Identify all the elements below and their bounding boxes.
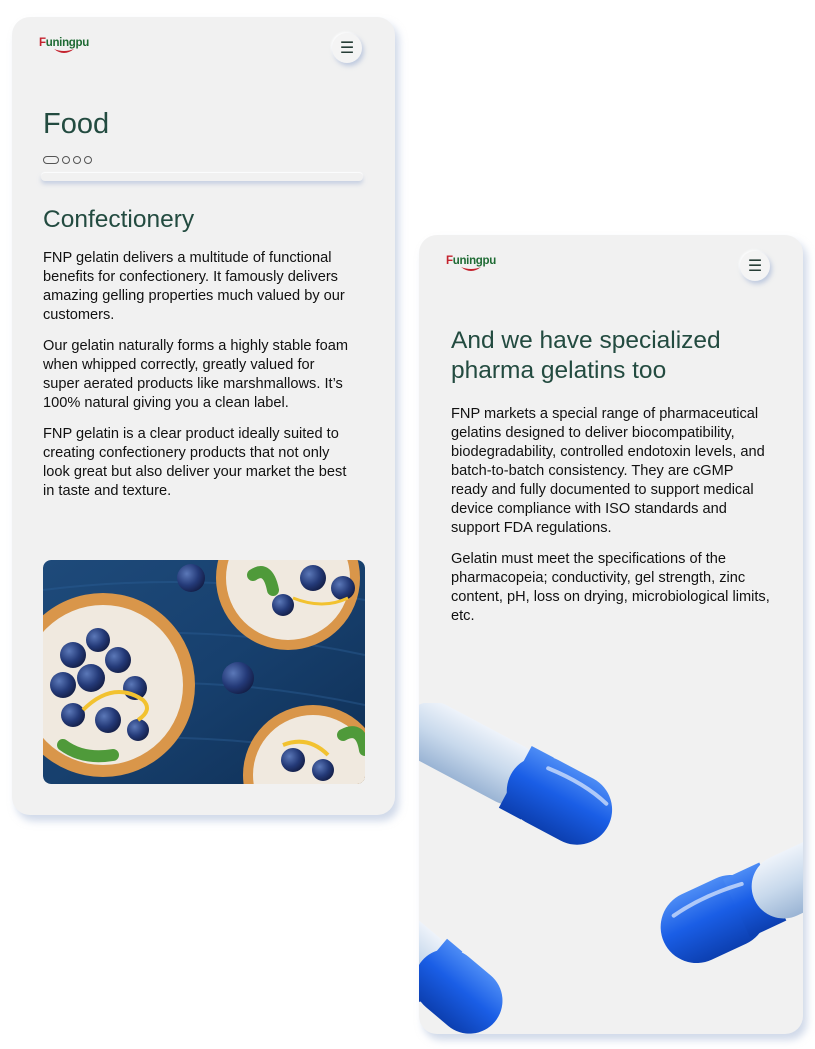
capsules-image — [419, 703, 803, 1034]
carousel-dot-2[interactable] — [62, 156, 70, 164]
paragraph-1: FNP gelatin delivers a multitude of func… — [43, 250, 345, 323]
section-body: FNP markets a special range of pharmaceu… — [451, 405, 773, 626]
carousel-dot-1[interactable] — [43, 156, 59, 164]
funingpu-logo[interactable]: Funingpu — [446, 255, 496, 274]
section-title: And we have specialized pharma gelatins … — [451, 327, 721, 384]
paragraph-2: Our gelatin naturally forms a highly sta… — [43, 338, 348, 411]
logo-swoosh-icon — [461, 267, 481, 271]
divider — [41, 173, 363, 181]
carousel-indicator — [43, 156, 92, 164]
paragraph-1: FNP markets a special range of pharmaceu… — [451, 406, 765, 536]
hamburger-icon: ☰ — [747, 256, 763, 275]
paragraph-2: Gelatin must meet the specifications of … — [451, 551, 770, 624]
page-title: Food — [43, 108, 110, 140]
section-body: FNP gelatin delivers a multitude of func… — [43, 249, 355, 501]
logo-swoosh-icon — [54, 49, 74, 53]
section-title: Confectionery — [43, 206, 195, 233]
carousel-dot-4[interactable] — [84, 156, 92, 164]
menu-button[interactable]: ☰ — [332, 33, 362, 63]
blueberry-tarts-image — [43, 560, 365, 784]
paragraph-3: FNP gelatin is a clear product ideally s… — [43, 426, 347, 499]
food-card: Funingpu ☰ Food Confectionery FNP gelati… — [12, 17, 395, 815]
funingpu-logo[interactable]: Funingpu — [39, 37, 89, 56]
carousel-dot-3[interactable] — [73, 156, 81, 164]
hamburger-icon: ☰ — [339, 38, 355, 57]
pharma-card: Funingpu ☰ And we have specialized pharm… — [419, 235, 803, 1034]
menu-button[interactable]: ☰ — [740, 251, 770, 281]
